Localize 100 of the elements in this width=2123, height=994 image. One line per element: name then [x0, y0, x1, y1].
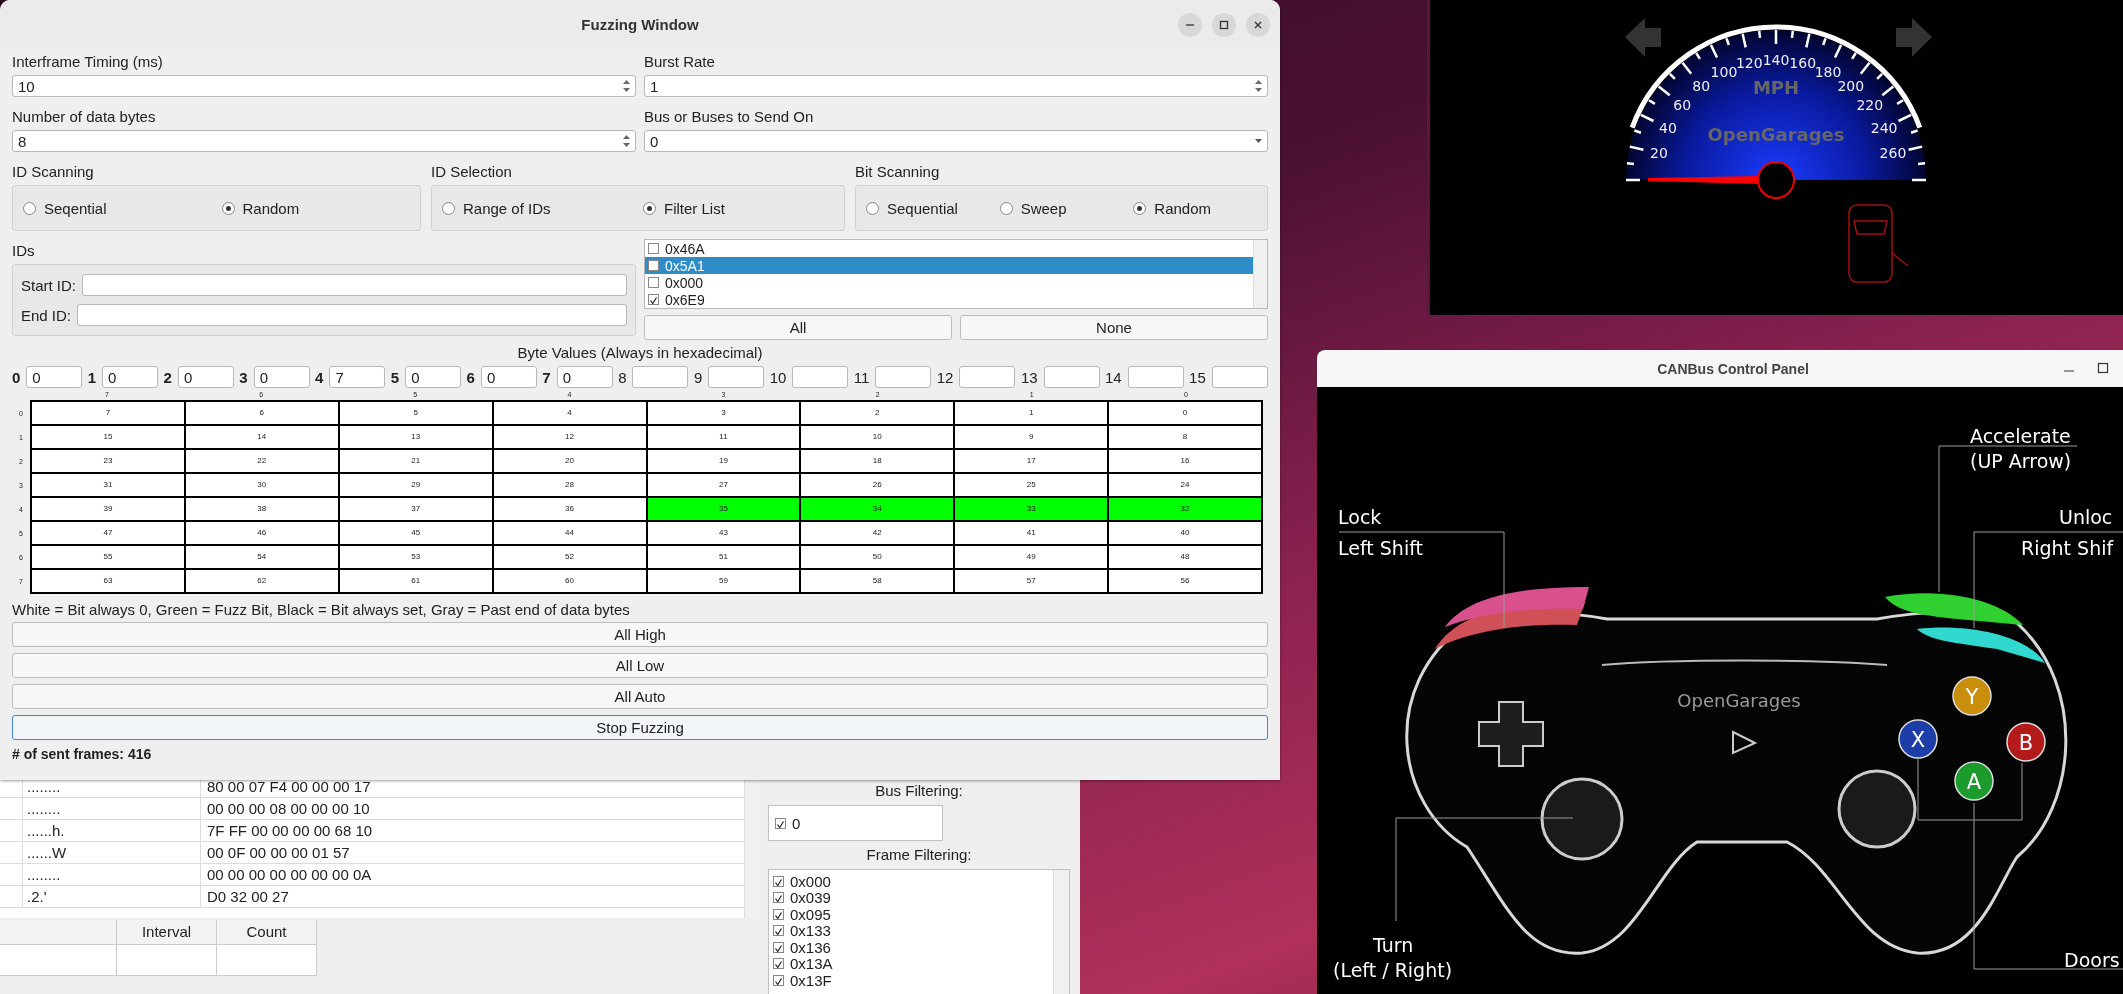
- byte-field[interactable]: [792, 366, 849, 388]
- byte-field[interactable]: 0: [102, 366, 159, 388]
- bit-cell[interactable]: 50: [801, 546, 954, 568]
- bit-cell[interactable]: 6: [185, 402, 338, 424]
- byte-field[interactable]: 0: [177, 366, 234, 388]
- number-field[interactable]: 8: [12, 130, 636, 152]
- list-item[interactable]: 0x6E9: [645, 291, 1253, 308]
- byte-field[interactable]: [1127, 366, 1184, 388]
- bit-cell[interactable]: 28: [493, 474, 646, 496]
- bit-cell[interactable]: 27: [647, 474, 800, 496]
- radio-label[interactable]: Sequential: [887, 199, 958, 217]
- bit-cell[interactable]: 63: [32, 570, 184, 592]
- bit-cell[interactable]: 0: [1109, 402, 1261, 424]
- bit-cell[interactable]: 20: [493, 450, 646, 472]
- bit-cell[interactable]: 43: [647, 522, 800, 544]
- radio-label[interactable]: Sweep: [1020, 199, 1067, 217]
- radio-button[interactable]: [23, 201, 36, 215]
- bit-cell[interactable]: 30: [185, 474, 338, 496]
- scrollbar[interactable]: [1253, 240, 1267, 308]
- bit-cell[interactable]: 35: [647, 498, 800, 520]
- bit-cell[interactable]: 41: [955, 522, 1108, 544]
- list-item[interactable]: 0x136: [790, 938, 831, 956]
- radio-button[interactable]: [643, 201, 656, 215]
- bit-cell[interactable]: 44: [493, 522, 646, 544]
- list-item[interactable]: 0x13A: [790, 955, 833, 973]
- checkbox[interactable]: [773, 941, 784, 953]
- byte-field[interactable]: [1043, 366, 1100, 388]
- bit-cell[interactable]: 15: [32, 426, 184, 448]
- bit-cell[interactable]: 5: [339, 402, 492, 424]
- maximize-button[interactable]: [1212, 13, 1236, 37]
- byte-field[interactable]: 0: [480, 366, 537, 388]
- radio-label[interactable]: Random: [242, 199, 300, 217]
- radio-button[interactable]: [1133, 201, 1147, 215]
- list-item[interactable]: 0x5A1: [645, 257, 1253, 274]
- radio-button[interactable]: [442, 201, 455, 215]
- checkbox[interactable]: [648, 277, 659, 288]
- list-button[interactable]: All: [644, 315, 952, 340]
- checkbox[interactable]: [648, 260, 659, 271]
- byte-field[interactable]: [632, 366, 689, 388]
- caret-icon[interactable]: [1254, 138, 1263, 144]
- spin-arrows-icon[interactable]: [622, 133, 631, 149]
- list-item[interactable]: 0x13F: [790, 971, 832, 989]
- radio-button[interactable]: [866, 201, 879, 215]
- bit-cell[interactable]: 31: [32, 474, 184, 496]
- bit-cell[interactable]: 23: [32, 450, 184, 472]
- action-button[interactable]: Stop Fuzzing: [12, 715, 1268, 740]
- checkbox[interactable]: [773, 974, 784, 986]
- radio-button[interactable]: [221, 201, 235, 215]
- list-item[interactable]: 0x133: [790, 922, 831, 940]
- spin-arrows-icon[interactable]: [1254, 78, 1263, 94]
- bit-cell[interactable]: 49: [955, 546, 1108, 568]
- bit-cell[interactable]: 3: [647, 402, 800, 424]
- bit-cell[interactable]: 19: [647, 450, 800, 472]
- bit-cell[interactable]: 4: [493, 402, 646, 424]
- bit-cell[interactable]: 26: [801, 474, 954, 496]
- checkbox[interactable]: [775, 817, 786, 829]
- bit-cell[interactable]: 22: [185, 450, 338, 472]
- byte-field[interactable]: 0: [556, 366, 613, 388]
- bit-cell[interactable]: 32: [1109, 498, 1261, 520]
- bit-cell[interactable]: 14: [185, 426, 338, 448]
- checkbox[interactable]: [773, 892, 784, 904]
- maximize-icon[interactable]: [2097, 362, 2109, 374]
- bit-cell[interactable]: 1: [955, 402, 1108, 424]
- bit-cell[interactable]: 52: [493, 546, 646, 568]
- byte-field[interactable]: 0: [253, 366, 310, 388]
- byte-field[interactable]: [708, 366, 765, 388]
- bit-cell[interactable]: 60: [493, 570, 646, 592]
- bit-cell[interactable]: 48: [1109, 546, 1261, 568]
- byte-field[interactable]: [959, 366, 1016, 388]
- bit-cell[interactable]: 16: [1109, 450, 1261, 472]
- radio-label[interactable]: Random: [1154, 199, 1212, 217]
- bit-cell[interactable]: 2: [801, 402, 954, 424]
- radio-label[interactable]: Filter List: [664, 199, 725, 217]
- bit-cell[interactable]: 46: [185, 522, 338, 544]
- byte-field[interactable]: [875, 366, 932, 388]
- bit-cell[interactable]: 37: [339, 498, 492, 520]
- start-id-field[interactable]: [82, 274, 627, 296]
- list-item[interactable]: 0x095: [790, 905, 831, 923]
- bit-cell[interactable]: 61: [339, 570, 492, 592]
- checkbox[interactable]: [773, 908, 784, 920]
- byte-field[interactable]: 7: [329, 366, 386, 388]
- scrollbar[interactable]: [1053, 870, 1069, 994]
- list-item[interactable]: 0x039: [790, 889, 831, 907]
- close-button[interactable]: [1246, 13, 1270, 37]
- bit-cell[interactable]: 53: [339, 546, 492, 568]
- bit-cell[interactable]: 21: [339, 450, 492, 472]
- checkbox[interactable]: [773, 875, 784, 887]
- list-item[interactable]: 0x000: [645, 274, 1253, 291]
- bit-cell[interactable]: 38: [185, 498, 338, 520]
- bit-cell[interactable]: 55: [32, 546, 184, 568]
- bit-cell[interactable]: 45: [339, 522, 492, 544]
- action-button[interactable]: All Low: [12, 653, 1268, 678]
- checkbox[interactable]: [648, 243, 659, 254]
- action-button[interactable]: All Auto: [12, 684, 1268, 709]
- bit-cell[interactable]: 42: [801, 522, 954, 544]
- bit-cell[interactable]: 8: [1109, 426, 1261, 448]
- list-item[interactable]: 0x000: [790, 872, 831, 890]
- bit-cell[interactable]: 51: [647, 546, 800, 568]
- bit-cell[interactable]: 29: [339, 474, 492, 496]
- bit-cell[interactable]: 10: [801, 426, 954, 448]
